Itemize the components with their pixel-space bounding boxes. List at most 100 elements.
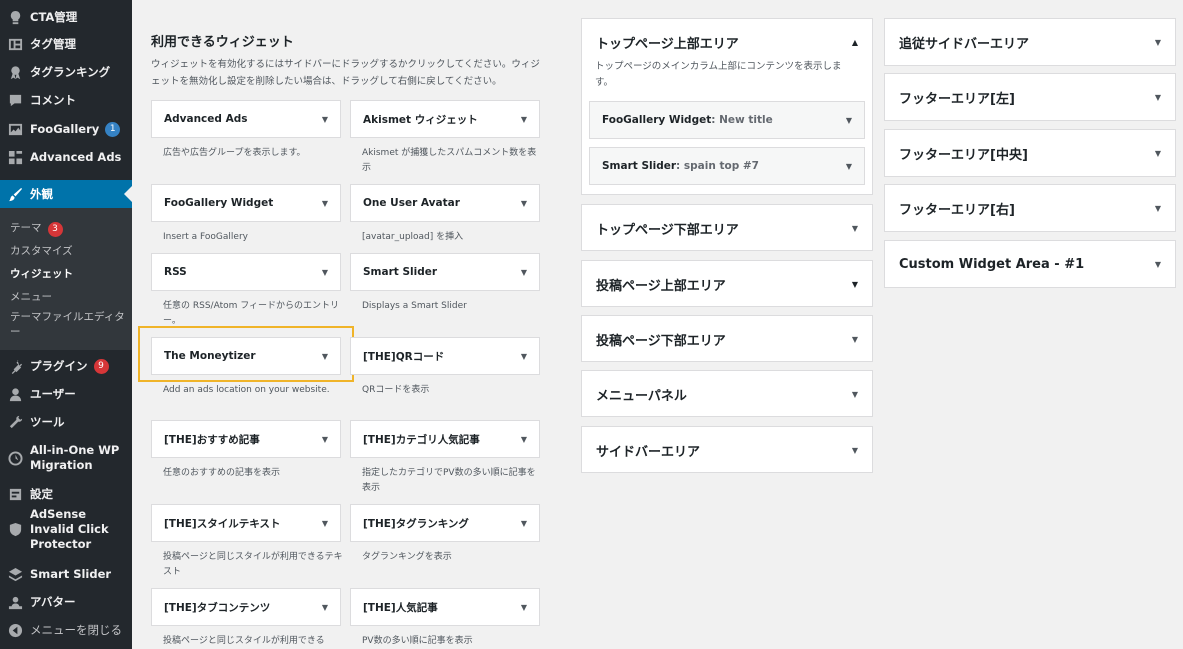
widget-the-popular-posts[interactable]: [THE]人気記事 ▼ xyxy=(350,588,540,626)
expand-arrow-icon: ▼ xyxy=(321,602,328,612)
expand-arrow-icon: ▼ xyxy=(520,434,527,444)
theme-update-badge: 3 xyxy=(47,221,63,237)
widget-advanced-ads[interactable]: Advanced Ads ▼ xyxy=(151,100,341,138)
expand-arrow-icon: ▼ xyxy=(520,351,527,361)
expand-arrow-icon: ▼ xyxy=(520,198,527,208)
widget-smart-slider[interactable]: Smart Slider ▼ xyxy=(350,253,540,291)
widget-area-footer-left[interactable]: フッターエリア[左] ▼ xyxy=(884,73,1176,121)
menu-item-cta[interactable]: CTA管理 xyxy=(0,8,132,26)
expand-arrow-icon: ▼ xyxy=(321,351,328,361)
shield-icon xyxy=(0,522,30,537)
widget-rss[interactable]: RSS ▼ xyxy=(151,253,341,291)
widget-description: 任意の RSS/Atom フィードからのエントリー。 xyxy=(163,301,340,326)
widget-description: 任意のおすすめの記事を表示 xyxy=(163,468,281,478)
expand-arrow-icon: ▼ xyxy=(321,434,328,444)
menu-item-users[interactable]: ユーザー xyxy=(0,385,132,403)
expand-arrow-icon: ▼ xyxy=(1154,203,1161,213)
menu-item-avatars[interactable]: アバター xyxy=(0,593,132,611)
widget-description: 広告や広告グループを表示します。 xyxy=(163,148,306,158)
widget-area-custom-1[interactable]: Custom Widget Area - #1 ▼ xyxy=(884,240,1176,288)
submenu-theme-editor[interactable]: テーマファイルエディター xyxy=(10,310,128,340)
expand-arrow-icon: ▼ xyxy=(520,267,527,277)
widget-area-menu-panel[interactable]: メニューパネル ▼ xyxy=(581,370,873,417)
placed-widget-smart-slider[interactable]: Smart Slider: spain top #7 ▼ xyxy=(589,147,865,185)
menu-item-plugins[interactable]: プラグイン 9 xyxy=(0,357,132,375)
expand-arrow-icon: ▼ xyxy=(520,518,527,528)
layout-icon xyxy=(0,37,30,52)
plugin-icon xyxy=(0,359,30,374)
menu-item-adsense-protector[interactable]: AdSense Invalid Click Protector xyxy=(0,507,132,551)
widget-description: [avatar_upload] を挿入 xyxy=(362,232,464,242)
expand-arrow-icon: ▼ xyxy=(851,445,858,455)
award-icon xyxy=(0,65,30,80)
widget-area-sidebar[interactable]: サイドバーエリア ▼ xyxy=(581,426,873,473)
menu-item-tools[interactable]: ツール xyxy=(0,413,132,431)
submenu-widgets[interactable]: ウィジェット xyxy=(10,266,73,281)
widget-akismet[interactable]: Akismet ウィジェット ▼ xyxy=(350,100,540,138)
brush-icon xyxy=(0,187,30,202)
widget-description: QRコードを表示 xyxy=(362,385,430,395)
appearance-submenu: テーマ 3 カスタマイズ ウィジェット メニュー テーマファイルエディター xyxy=(0,208,132,350)
widget-description: 投稿ページと同じスタイルが利用できるテキスト xyxy=(163,552,343,577)
widget-the-recommended[interactable]: [THE]おすすめ記事 ▼ xyxy=(151,420,341,458)
widget-description: Displays a Smart Slider xyxy=(362,301,467,311)
menu-item-settings[interactable]: 設定 xyxy=(0,485,132,503)
avatar-icon xyxy=(0,595,30,610)
widget-area-top-page-upper: トップページ上部エリア ▲ トップページのメインカラム上部にコンテンツを表示しま… xyxy=(581,18,873,195)
update-count-badge: 1 xyxy=(105,121,121,137)
submenu-menus[interactable]: メニュー xyxy=(10,289,52,304)
widget-area-footer-center[interactable]: フッターエリア[中央] ▼ xyxy=(884,129,1176,177)
collapse-icon xyxy=(0,623,30,638)
widget-the-moneytizer[interactable]: The Moneytizer ▼ xyxy=(151,337,341,375)
widget-description: Akismet が捕獲したスパムコメント数を表示 xyxy=(362,148,537,173)
submenu-customize[interactable]: カスタマイズ xyxy=(10,243,73,258)
menu-item-advanced-ads[interactable]: Advanced Ads xyxy=(0,148,132,166)
plugin-update-badge: 9 xyxy=(93,358,109,374)
placed-widget-foogallery[interactable]: FooGallery Widget: New title ▼ xyxy=(589,101,865,139)
gallery-icon xyxy=(0,122,30,137)
widget-area-sticky-sidebar[interactable]: 追従サイドバーエリア ▼ xyxy=(884,18,1176,66)
available-widgets-description: ウィジェットを有効化するにはサイドバーにドラッグするかクリックしてください。ウィ… xyxy=(151,59,540,87)
ads-icon xyxy=(0,150,30,165)
widget-the-tab-contents[interactable]: [THE]タブコンテンツ ▼ xyxy=(151,588,341,626)
widget-area-top-page-lower[interactable]: トップページ下部エリア ▼ xyxy=(581,204,873,251)
expand-arrow-icon: ▼ xyxy=(520,602,527,612)
menu-item-tag-manage[interactable]: タグ管理 xyxy=(0,35,132,53)
menu-item-smart-slider[interactable]: Smart Slider xyxy=(0,565,132,583)
menu-item-comments[interactable]: コメント xyxy=(0,91,132,109)
widget-the-tag-ranking[interactable]: [THE]タグランキング ▼ xyxy=(350,504,540,542)
collapse-menu-button[interactable]: メニューを閉じる xyxy=(0,621,132,639)
expand-arrow-icon: ▼ xyxy=(321,267,328,277)
menu-item-all-in-one-migration[interactable]: All-in-One WP Migration xyxy=(0,443,132,473)
expand-arrow-icon: ▼ xyxy=(845,161,852,171)
expand-arrow-icon: ▼ xyxy=(321,198,328,208)
widget-area-post-lower[interactable]: 投稿ページ下部エリア ▼ xyxy=(581,315,873,362)
collapse-arrow-icon: ▲ xyxy=(851,37,858,47)
submenu-themes[interactable]: テーマ 3 xyxy=(10,220,63,237)
expand-arrow-icon: ▼ xyxy=(851,223,858,233)
expand-arrow-icon: ▼ xyxy=(520,114,527,124)
menu-item-tag-ranking[interactable]: タグランキング xyxy=(0,63,132,81)
lightbulb-icon xyxy=(0,10,30,25)
expand-arrow-icon: ▼ xyxy=(321,114,328,124)
migration-icon xyxy=(0,450,30,466)
widget-foogallery[interactable]: FooGallery Widget ▼ xyxy=(151,184,341,222)
expand-arrow-icon: ▼ xyxy=(1154,148,1161,158)
menu-item-foogallery[interactable]: FooGallery 1 xyxy=(0,120,132,138)
widget-the-category-popular[interactable]: [THE]カテゴリ人気記事 ▼ xyxy=(350,420,540,458)
slider-icon xyxy=(0,567,30,582)
widget-area-post-upper[interactable]: 投稿ページ上部エリア ▼ xyxy=(581,260,873,307)
widget-the-style-text[interactable]: [THE]スタイルテキスト ▼ xyxy=(151,504,341,542)
comment-icon xyxy=(0,93,30,108)
expand-arrow-icon: ▼ xyxy=(845,115,852,125)
available-widgets-title: 利用できるウィジェット xyxy=(151,35,294,50)
widget-description: 指定したカテゴリでPV数の多い順に記事を表示 xyxy=(362,468,536,493)
widget-the-qr-code[interactable]: [THE]QRコード ▼ xyxy=(350,337,540,375)
widget-area-footer-right[interactable]: フッターエリア[右] ▼ xyxy=(884,184,1176,232)
expand-arrow-icon: ▼ xyxy=(851,334,858,344)
widget-description: タグランキングを表示 xyxy=(362,552,452,562)
widget-one-user-avatar[interactable]: One User Avatar ▼ xyxy=(350,184,540,222)
expand-arrow-icon: ▼ xyxy=(1154,37,1161,47)
widget-description: Insert a FooGallery xyxy=(163,232,248,242)
menu-item-appearance[interactable]: 外観 xyxy=(0,180,132,208)
